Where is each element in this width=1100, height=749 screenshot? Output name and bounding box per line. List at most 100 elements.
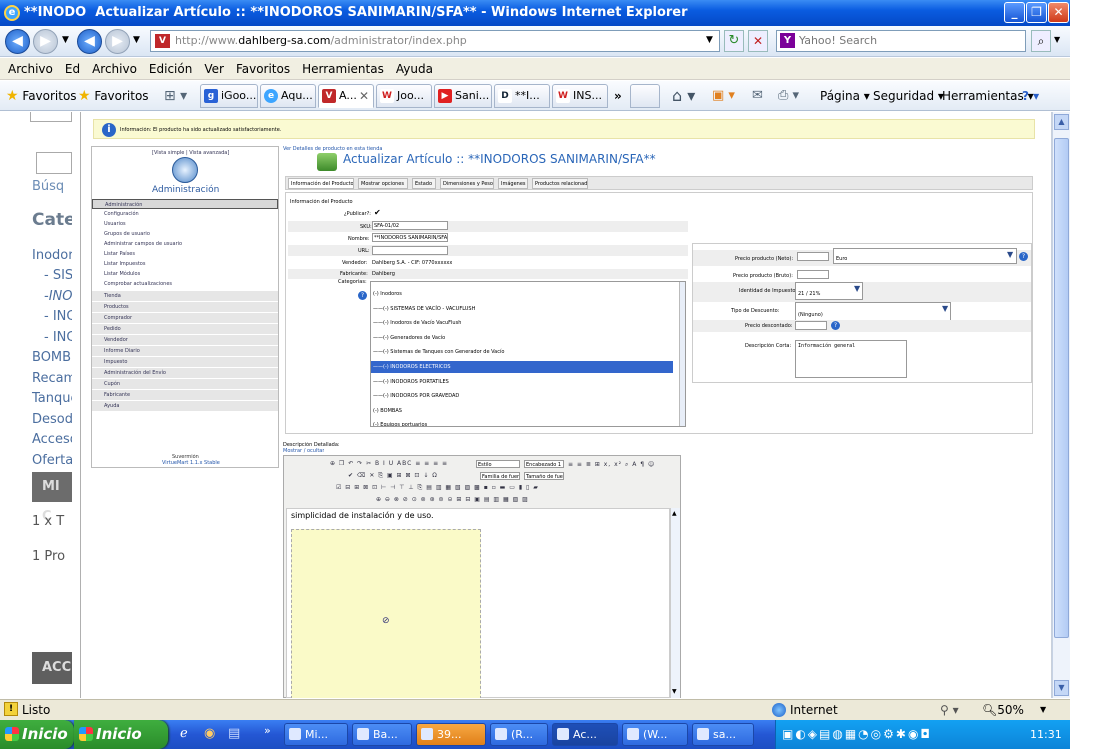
toggle-editor-link[interactable]: Mostrar / ocultar — [283, 448, 324, 454]
maximize-button[interactable]: ❐ — [1026, 2, 1047, 23]
tab-ins[interactable]: W INS... — [552, 84, 608, 108]
menu-archivo-2[interactable]: Archivo — [86, 58, 143, 80]
address-bar[interactable]: V http://www.dahlberg-sa.com/administrat… — [150, 30, 720, 52]
sidebar-item[interactable]: Configuración — [92, 209, 278, 219]
sidebar-item[interactable]: Informe Diario — [92, 346, 278, 357]
currency-select[interactable]: Euro — [833, 248, 1017, 264]
sku-input[interactable]: SFA-01/02 — [372, 221, 448, 230]
menu-herramientas[interactable]: Herramientas — [296, 58, 390, 80]
editor-toolbar-icons[interactable]: ✔ ⌫ ✕ ⎘ ▣ ⊞ ⊠ ⊡ ↓ Ω — [348, 471, 438, 480]
favorites-button-2[interactable]: ★ Favoritos — [78, 81, 149, 110]
tab-igoogle[interactable]: g iGoo... — [200, 84, 258, 108]
sidebar-item[interactable]: Tienda — [92, 291, 278, 302]
tab-youtube[interactable]: ▶ Sani... — [434, 84, 492, 108]
menu-ayuda[interactable]: Ayuda — [390, 58, 439, 80]
sidebar-item[interactable]: Grupos de usuario — [92, 229, 278, 239]
refresh-icon[interactable]: ↻ — [724, 30, 744, 52]
sidebar-item[interactable]: Usuarios — [92, 219, 278, 229]
form-tab[interactable]: Información del Producto — [288, 178, 354, 189]
task-39[interactable]: 39... — [416, 723, 486, 746]
cat-ino[interactable]: -INO — [44, 289, 72, 304]
warning-icon[interactable]: ! — [4, 702, 18, 716]
scrollbar-thumb[interactable] — [1054, 138, 1069, 638]
menu-archivo[interactable]: Archivo — [0, 58, 59, 80]
category-option[interactable]: (-) Inodoros — [371, 288, 673, 300]
cat-recambios[interactable]: Recam — [32, 371, 72, 386]
category-option[interactable]: ——(-) Generadores de Vacío — [371, 332, 673, 344]
cart-products[interactable]: 1 Pro — [32, 549, 65, 564]
tax-dropdown-icon[interactable]: ▼ — [854, 284, 860, 293]
form-tab[interactable]: Productos relacionados — [532, 178, 588, 189]
sidebar-item[interactable]: Pedido — [92, 324, 278, 335]
editor-toolbar-icons-right[interactable]: ≡ ≡ ≣ ⊞ x, x² ⌕ A ¶ ☺ — [568, 460, 655, 469]
back-button[interactable]: ◀ — [5, 29, 30, 54]
zoom-control[interactable]: 🔍︎50% — [982, 700, 1024, 720]
discount-dropdown-icon[interactable]: ▼ — [942, 304, 948, 313]
start-button-2[interactable]: Inicio — [74, 720, 168, 749]
font-size-select[interactable]: Tamaño de fuente — [524, 472, 564, 480]
cat-accesorios[interactable]: Acceso — [32, 432, 72, 447]
task-mi[interactable]: Mi... — [284, 723, 348, 746]
net-price-input[interactable] — [797, 252, 829, 261]
cat-sis[interactable]: - SIS — [44, 268, 72, 283]
tab-joomla[interactable]: W Joo... — [376, 84, 432, 108]
more-tabs-icon[interactable]: » — [614, 81, 622, 110]
short-description-textarea[interactable]: Información general — [795, 340, 907, 378]
history-dropdown-icon-2[interactable]: ▼ — [133, 35, 140, 45]
tab-dahlberg[interactable]: D **I... — [494, 84, 550, 108]
category-option[interactable]: ——(-) SISTEMAS DE VACÍO - VACUFLUSH — [371, 303, 673, 315]
task-w[interactable]: (W... — [622, 723, 688, 746]
style-select[interactable]: Estilo — [476, 460, 520, 468]
sidebar-item[interactable]: Ayuda — [92, 401, 278, 412]
sidebar-item[interactable]: Administración — [92, 199, 278, 209]
category-option[interactable]: (-) Equipos portuarios — [371, 419, 673, 426]
discount-select[interactable]: (Ninguno) — [795, 302, 951, 322]
form-tab[interactable]: Dimensiones y Peso — [440, 178, 494, 189]
cat-inc-2[interactable]: - INC — [44, 330, 72, 345]
home-icon[interactable]: ⌂ ▾ — [672, 81, 695, 110]
sidebar-item[interactable]: Administrar campos de usuario — [92, 239, 278, 249]
forward-button-2[interactable]: ▶ — [105, 29, 130, 54]
protected-mode-icon[interactable]: ⚲ ▾ — [940, 700, 959, 720]
sidebar-item[interactable]: Impuesto — [92, 357, 278, 368]
help-icon-discount[interactable]: ? — [831, 321, 840, 330]
category-option[interactable]: ——(-) INODOROS POR GRAVEDAD — [371, 390, 673, 402]
category-select[interactable]: (-) Inodoros ——(-) SISTEMAS DE VACÍO - VA… — [370, 281, 686, 427]
history-dropdown-icon[interactable]: ▼ — [62, 35, 69, 45]
task-sa[interactable]: sa... — [692, 723, 754, 746]
quicklaunch-ie-icon[interactable]: ℯ — [180, 726, 188, 741]
quicklaunch-icon[interactable]: ◉ — [204, 726, 215, 741]
category-option[interactable]: ——(-) INODOROS ELECTRICOS — [371, 361, 673, 373]
help-icon[interactable]: ? ▾ — [1022, 81, 1039, 110]
sidebar-item[interactable]: Comprador — [92, 313, 278, 324]
category-option[interactable]: ——(-) Sistemas de Tanques con Generador … — [371, 346, 673, 358]
quick-tabs-icon[interactable]: ⊞ ▾ — [164, 81, 187, 110]
help-icon[interactable]: ? — [358, 291, 367, 300]
quicklaunch-icon-2[interactable]: ▤ — [228, 726, 240, 741]
sidebar-item[interactable]: Productos — [92, 302, 278, 313]
page-scrollbar[interactable]: ▲ ▼ — [1052, 112, 1070, 698]
editor-toolbar-icons[interactable]: ⊕ ⊖ ⊗ ⊘ ⊙ ⊚ ⊛ ⊜ ⊝ ⊞ ⊟ ▣ ▤ ▥ ▦ ▧ ▨ — [376, 495, 529, 504]
sidebar-item[interactable]: Vendedor — [92, 335, 278, 346]
menu-ver[interactable]: Ver — [198, 58, 230, 80]
back-button-2[interactable]: ◀ — [77, 29, 102, 54]
scroll-up-icon[interactable]: ▲ — [1054, 114, 1069, 130]
cat-ofertas[interactable]: Ofertas — [32, 453, 72, 468]
category-option[interactable]: (-) BOMBAS — [371, 405, 673, 417]
format-select[interactable]: Encabezado 1 — [524, 460, 564, 468]
view-mode-link[interactable]: [Vista simple | Vista avanzada] — [152, 150, 229, 156]
editor-toolbar-icons[interactable]: ⊕ ❐ ↶ ↷ ✂ B I U ABC ≡ ≡ ≡ ≡ — [330, 459, 448, 468]
editor-scrollbar[interactable]: ▲ ▼ — [670, 508, 680, 698]
sidebar-item[interactable]: Listar Países — [92, 249, 278, 259]
category-option[interactable]: ——(-) INODOROS PORTATILES — [371, 376, 673, 388]
address-dropdown-icon[interactable]: ▼ — [706, 35, 713, 45]
sidebar-item[interactable]: Fabricante — [92, 390, 278, 401]
cat-bombas[interactable]: BOMB — [32, 350, 71, 365]
publish-checkbox[interactable]: ✔ — [374, 208, 381, 217]
stop-icon[interactable]: ✕ — [748, 30, 768, 52]
tray-icons[interactable]: ▣◐◈▤◍▦◔◎⚙✱◉◘ — [782, 720, 932, 749]
category-scrollbar[interactable] — [679, 282, 685, 426]
task-r[interactable]: (R... — [490, 723, 548, 746]
start-button[interactable]: Inicio — [0, 720, 74, 749]
herramientas-menu[interactable]: Herramientas ▾ — [942, 81, 1034, 110]
